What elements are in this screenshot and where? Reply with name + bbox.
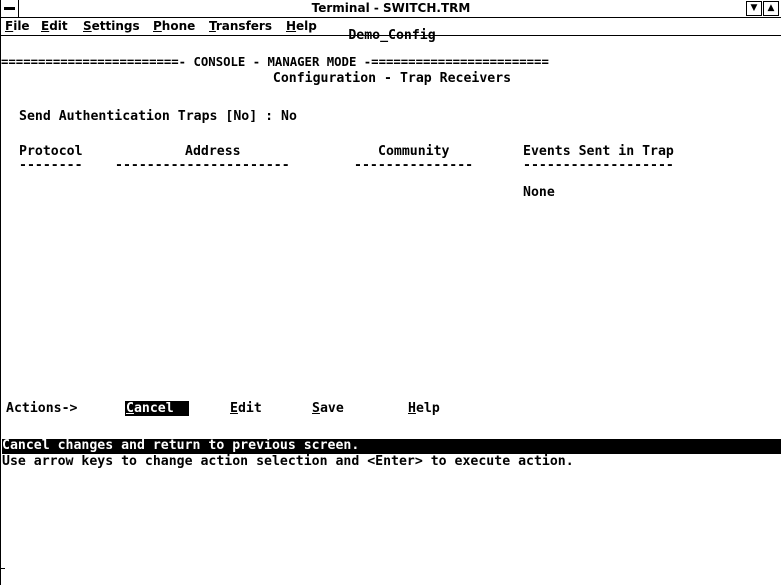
events-value: None bbox=[523, 185, 555, 200]
actions-label: Actions-> bbox=[6, 401, 78, 416]
divider-protocol: -------- bbox=[19, 158, 83, 173]
minimize-icon: ▼ bbox=[750, 3, 758, 13]
hint-line: Use arrow keys to change action selectio… bbox=[2, 454, 574, 469]
auth-traps-setting[interactable]: Send Authentication Traps [No] : No bbox=[19, 109, 297, 125]
divider-events: ------------------- bbox=[523, 158, 674, 173]
minimize-button[interactable]: ▼ bbox=[746, 1, 762, 16]
action-save-button[interactable]: Save bbox=[312, 401, 344, 417]
status-line: Cancel changes and return to previous sc… bbox=[2, 438, 360, 453]
title-bar: Terminal - SWITCH.TRM ▼ ▲ bbox=[1, 0, 781, 18]
window-title: Terminal - SWITCH.TRM bbox=[311, 1, 471, 15]
divider-address: ---------------------- bbox=[115, 158, 290, 173]
mode-banner: ========================- CONSOLE - MANA… bbox=[1, 55, 549, 69]
maximize-button[interactable]: ▲ bbox=[763, 1, 779, 16]
action-help-button[interactable]: Help bbox=[408, 401, 440, 417]
maximize-icon: ▲ bbox=[767, 3, 775, 13]
host-name: Demo_Config bbox=[348, 28, 436, 43]
terminal-screen[interactable]: Demo_Config ========================- CO… bbox=[1, 28, 781, 585]
screen-subtitle: Configuration - Trap Receivers bbox=[272, 71, 512, 86]
window-edge-mark bbox=[0, 568, 5, 569]
terminal-window: Terminal - SWITCH.TRM ▼ ▲ File Edit Sett… bbox=[0, 0, 781, 585]
action-edit-button[interactable]: Edit bbox=[230, 401, 262, 417]
action-cancel-button[interactable]: Cancel bbox=[126, 401, 174, 417]
divider-community: --------------- bbox=[354, 158, 474, 173]
